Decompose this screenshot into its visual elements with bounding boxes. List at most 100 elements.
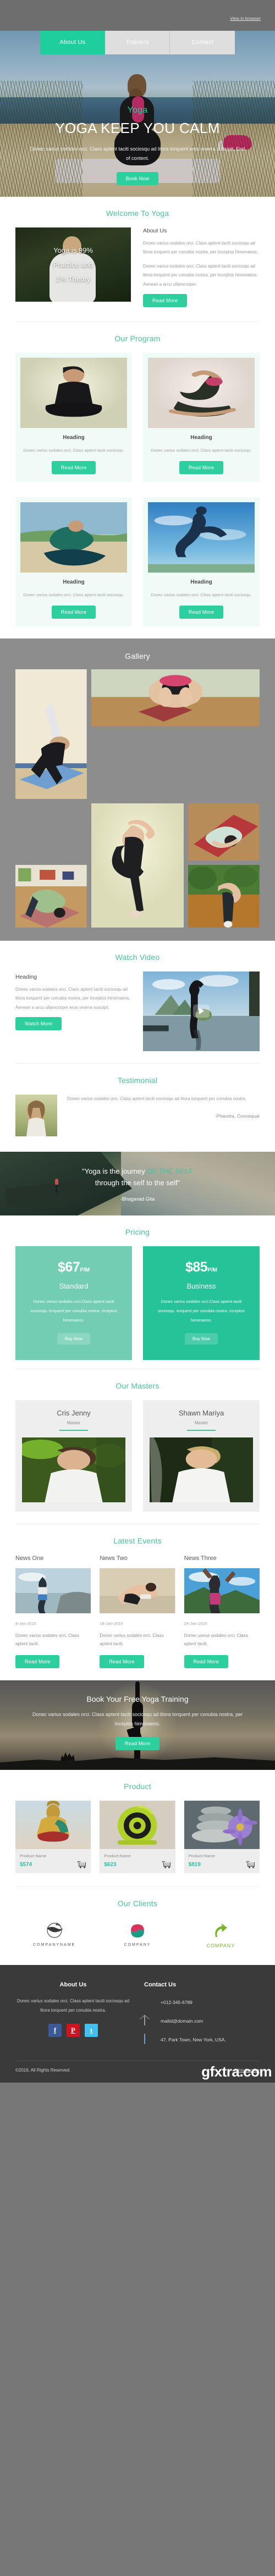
product-card[interactable]: Product-Name $623: [100, 1800, 175, 1873]
program-read-more-button[interactable]: Read More: [51, 605, 96, 619]
pricing-period: P/M: [207, 1267, 217, 1273]
hero-title: YOGA KEEP YOU CALM: [55, 120, 220, 136]
events-section-title: Latest Events: [113, 1536, 162, 1545]
cart-icon[interactable]: [162, 1861, 171, 1868]
client-logo-item[interactable]: COMPANYNAME: [15, 1921, 93, 1948]
event-title: News One: [15, 1555, 44, 1562]
pricing-card-business[interactable]: $85P/M Business Donec varius sodales orc…: [143, 1246, 260, 1360]
event-item[interactable]: News Two 18-Jan-2016 Donec varius sodale…: [100, 1555, 175, 1668]
event-read-more-button[interactable]: Read More: [15, 1655, 60, 1668]
program-image-lotus-pose: [20, 357, 127, 428]
gallery-image-dancer-pose: [91, 803, 184, 928]
client-logo-arrow-icon: [182, 1921, 260, 1941]
pricing-card-standard[interactable]: $67P/M Standard Donec varius sodales orc…: [15, 1246, 132, 1360]
program-read-more-button[interactable]: Read More: [51, 460, 96, 474]
event-date: 18-Jan-2016: [100, 1620, 123, 1626]
contact-email[interactable]: mailid@domain.com: [144, 2014, 260, 2027]
buy-now-button[interactable]: Buy Now: [57, 1333, 90, 1345]
video-thumbnail[interactable]: [143, 971, 260, 1051]
program-read-more-button[interactable]: Read More: [179, 460, 224, 474]
about-us-paragraph-2: Donec varius sodales orci. Class aptent …: [143, 263, 258, 287]
facebook-icon[interactable]: f: [48, 2024, 62, 2038]
twitter-icon[interactable]: t: [85, 2024, 98, 2038]
pricing-section: Pricing $67P/M Standard Donec varius sod…: [0, 1215, 275, 1369]
program-card-heading: Heading: [190, 579, 212, 585]
client-logo-name: COMPANY: [206, 1942, 235, 1948]
gallery-image-childs-pose: [188, 803, 260, 860]
program-card-heading: Heading: [63, 579, 85, 585]
product-card[interactable]: Product-Name $819: [184, 1800, 260, 1873]
about-read-more-button[interactable]: Read More: [143, 293, 188, 307]
gallery-item[interactable]: [15, 669, 87, 799]
product-name: Product-Name: [188, 1853, 216, 1858]
product-price: $623: [104, 1861, 117, 1868]
product-image-yoga-mat: [100, 1800, 175, 1849]
contact-phone[interactable]: +012-345-6789: [144, 1997, 260, 2008]
pricing-period: P/M: [80, 1267, 90, 1273]
event-item[interactable]: News One 8-Jan-2016 Donec varius sodales…: [15, 1555, 91, 1668]
play-icon[interactable]: [193, 1004, 210, 1018]
testimonial-section: Testimonial Donec varius sodales orci. C…: [0, 1063, 275, 1152]
gallery-item[interactable]: [188, 864, 260, 928]
view-in-browser-link[interactable]: View in browser: [230, 16, 261, 21]
program-read-more-button[interactable]: Read More: [179, 605, 224, 619]
hero-banner: About Us Trainers Contact Yoga YOGA KEEP…: [0, 31, 275, 197]
master-photo-shawn-mariya: [150, 1437, 253, 1502]
event-image-arms-up-mountain: [184, 1568, 260, 1613]
gallery-image-forward-fold: [91, 669, 260, 726]
watch-more-button[interactable]: Watch More: [15, 1017, 62, 1031]
pricing-amount: $67P/M: [24, 1259, 123, 1275]
program-card[interactable]: Heading Donec varius sodales orci. Class…: [15, 497, 132, 626]
gallery-item[interactable]: [188, 803, 260, 860]
welcome-caption-line-2: Practice and: [53, 260, 94, 269]
event-text: Donec varius sodales orci. Class aptent …: [184, 1633, 248, 1647]
master-name: Shawn Mariya: [178, 1408, 224, 1417]
footer-about-title: About Us: [59, 1981, 87, 1988]
swirl-icon: [130, 1924, 144, 1937]
green-arrow-icon: [215, 1923, 228, 1937]
gallery-grid: [15, 669, 260, 928]
bird-circle-icon: [46, 1922, 63, 1938]
welcome-caption-line-3: 1% Theory: [56, 274, 91, 283]
event-read-more-button[interactable]: Read More: [100, 1655, 144, 1668]
program-card[interactable]: Heading Donec varius sodales orci. Class…: [143, 352, 260, 482]
contact-address[interactable]: 47, Park Town, New York, USA.: [144, 2033, 260, 2045]
product-price: $819: [188, 1861, 201, 1868]
book-now-button[interactable]: Book Now: [116, 172, 159, 186]
event-item[interactable]: News Three 24-Jan-2016 Donec varius soda…: [184, 1555, 260, 1668]
location-pin-icon: [144, 1997, 154, 2008]
program-card[interactable]: Heading Donec varius sodales orci. Class…: [15, 352, 132, 482]
welcome-section: Welcome To Yoga Yoga is 99% Practice and…: [0, 197, 275, 321]
pricing-plan-name: Business: [186, 1281, 216, 1290]
social-links: f P t: [15, 2024, 131, 2038]
master-card[interactable]: Cris Jenny Master: [15, 1400, 132, 1512]
gallery-item[interactable]: [91, 803, 184, 928]
master-role: Master: [194, 1420, 208, 1425]
client-logo-item[interactable]: COMPANY: [182, 1921, 260, 1948]
cart-icon[interactable]: [246, 1861, 255, 1868]
product-card[interactable]: Product-Name $574: [15, 1800, 91, 1873]
watch-video-section-title: Watch Video: [115, 952, 160, 962]
pricing-plan-desc: Donec varius sodales orci.Class aptent t…: [30, 1298, 117, 1323]
pinterest-icon[interactable]: P: [67, 2024, 80, 2038]
buy-now-button[interactable]: Buy Now: [184, 1333, 218, 1345]
client-logo-item[interactable]: COMPANY: [98, 1921, 176, 1948]
quote-text-accent: OF THE SELF: [147, 1167, 193, 1175]
gallery-item[interactable]: [91, 669, 260, 726]
event-read-more-button[interactable]: Read More: [184, 1655, 228, 1668]
product-image-zen-stones-flower: [184, 1800, 260, 1849]
gallery-item[interactable]: [15, 864, 87, 928]
testimonial-avatar: [15, 1094, 57, 1136]
cart-icon[interactable]: [77, 1861, 86, 1868]
cta-read-more-button[interactable]: Read More: [115, 1736, 160, 1750]
event-title: News Three: [184, 1555, 217, 1562]
watermark: gfxtra.com: [201, 2063, 272, 2080]
master-role: Master: [67, 1420, 81, 1425]
pricing-plan-name: Standard: [59, 1281, 89, 1290]
master-underline: [187, 1429, 216, 1431]
gallery-image-backbend-outdoors: [188, 864, 260, 928]
master-card[interactable]: Shawn Mariya Master: [143, 1400, 260, 1512]
product-section: Product Product-Name $574 Product-Name $…: [0, 1769, 275, 1886]
welcome-caption-line-1: Yoga is 99%: [53, 246, 93, 254]
program-card[interactable]: Heading Donec varius sodales orci. Class…: [143, 497, 260, 626]
